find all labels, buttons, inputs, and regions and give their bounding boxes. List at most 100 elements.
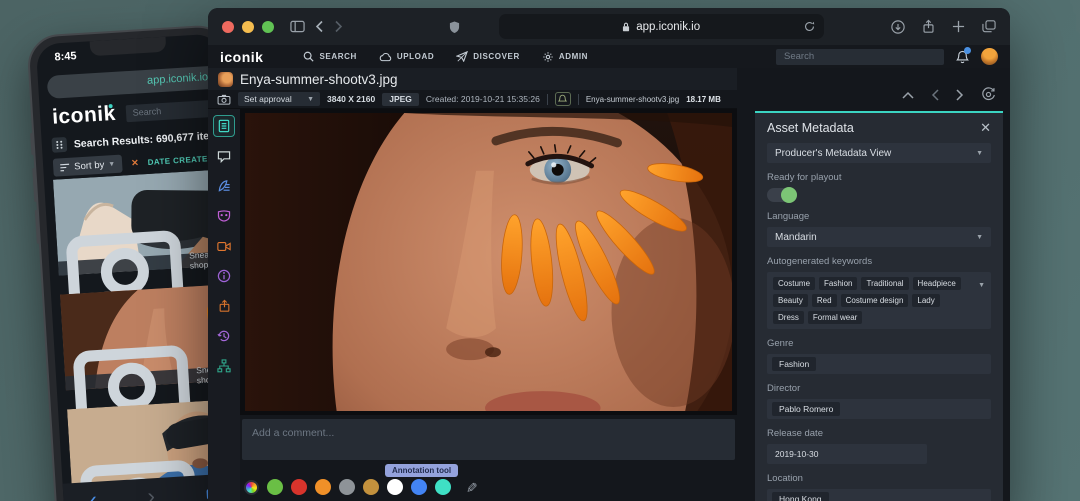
global-search-input[interactable] (776, 48, 944, 65)
phone-side-button (30, 132, 35, 156)
view-toggle-icon[interactable] (51, 136, 68, 153)
nav-search[interactable]: SEARCH (303, 51, 356, 62)
field-value: 2019-10-30 (775, 449, 819, 459)
video-icon[interactable] (213, 235, 235, 257)
history-icon[interactable] (213, 325, 235, 347)
chevron-right-icon[interactable] (956, 88, 964, 101)
phone-notch (89, 36, 167, 57)
tools-rail (208, 109, 240, 501)
color-swatch[interactable] (363, 479, 379, 495)
relations-icon[interactable] (213, 355, 235, 377)
camera-icon (217, 94, 231, 105)
field-label: Release date (767, 428, 823, 439)
url-text: app.iconik.io (636, 20, 701, 33)
chevron-up-icon[interactable] (902, 91, 914, 99)
phone-search-input[interactable] (125, 99, 219, 122)
back-icon[interactable] (315, 20, 324, 33)
user-avatar[interactable] (981, 48, 998, 65)
nav-admin[interactable]: ADMIN (542, 51, 588, 63)
ready-for-playout-toggle[interactable] (767, 187, 797, 203)
caret-down-icon: ▼ (976, 149, 983, 157)
asset-toolbar: Set approval ▼ 3840 X 2160 JPEG Created: … (208, 90, 737, 109)
gear-icon (543, 51, 553, 62)
director-field[interactable]: Pablo Romero (767, 399, 991, 419)
asset-metadata-panel: Asset Metadata ✕ Producer's Metadata Vie… (755, 111, 1003, 501)
keywords-field[interactable]: Costume Fashion Traditional Headpiece Beauty… (767, 272, 991, 329)
asset-image-viewer[interactable] (240, 109, 737, 415)
color-swatch[interactable] (267, 479, 283, 495)
color-swatch[interactable] (291, 479, 307, 495)
field-label: Autogenerated keywords (767, 256, 873, 267)
asset-resolution: 3840 X 2160 (327, 94, 376, 104)
asset-filesize: 18.17 MB (686, 94, 721, 104)
caret-down-icon[interactable]: ▼ (978, 282, 985, 289)
keyword-tag[interactable]: Headpiece (912, 277, 961, 290)
set-approval-select[interactable]: Set approval ▼ (238, 92, 320, 106)
subscribe-bell-button[interactable] (554, 92, 571, 106)
share-icon[interactable] (922, 19, 935, 34)
keyword-tag[interactable]: Dress (773, 311, 804, 324)
info-icon[interactable] (213, 265, 235, 287)
color-wheel-swatch[interactable] (244, 479, 259, 495)
privacy-shield-icon[interactable] (449, 20, 460, 34)
metadata-view-select[interactable]: Producer's Metadata View ▼ (767, 143, 991, 163)
release-date-field[interactable]: 2019-10-30 (767, 444, 927, 464)
zoom-window-button[interactable] (262, 20, 274, 33)
forward-icon[interactable]: › (147, 483, 156, 501)
keyword-tag[interactable]: Red (811, 294, 837, 307)
notifications-bell[interactable] (956, 46, 971, 64)
comments-icon[interactable] (213, 145, 235, 167)
tab-overview-icon[interactable] (982, 19, 996, 34)
reload-icon[interactable] (804, 21, 815, 32)
color-swatch[interactable] (315, 479, 331, 495)
comment-input[interactable] (242, 419, 735, 460)
downloads-icon[interactable] (891, 19, 905, 34)
asset-filename: Enya-summer-shootv3.jpg (585, 94, 680, 104)
caret-down-icon: ▼ (976, 233, 983, 241)
close-icon[interactable]: ✕ (980, 120, 991, 136)
forward-icon[interactable] (334, 20, 343, 33)
date-created-filter[interactable]: DATE CREATED (147, 153, 214, 166)
sort-icon (60, 163, 70, 171)
keyword-tag[interactable]: Beauty (773, 294, 808, 307)
asset-title: Enya-summer-shootv3.jpg (240, 71, 398, 87)
address-bar[interactable]: app.iconik.io (498, 14, 824, 39)
field-label: Ready for playout (767, 172, 842, 183)
keyword-tag[interactable]: Fashion (819, 277, 858, 290)
color-swatch[interactable] (387, 479, 403, 495)
transcription-icon[interactable] (213, 175, 235, 197)
processing-settings-icon[interactable] (981, 87, 996, 102)
keyword-tag[interactable]: Traditional (861, 277, 909, 290)
search-results-count: Search Results: 690,677 items (73, 128, 225, 150)
language-select[interactable]: Mandarin ▼ (767, 227, 991, 247)
minimize-window-button[interactable] (242, 20, 254, 33)
caret-down-icon: ▼ (307, 95, 314, 103)
chevron-left-icon[interactable] (931, 88, 939, 101)
remove-filter-icon[interactable]: ✕ (131, 157, 139, 168)
new-tab-icon[interactable] (952, 19, 965, 34)
metadata-icon[interactable] (213, 115, 235, 137)
nav-upload[interactable]: UPLOAD (379, 52, 434, 62)
nav-discover[interactable]: DISCOVER (456, 51, 520, 62)
keyword-tag[interactable]: Costume (773, 277, 816, 290)
sort-by-button[interactable]: Sort by ▼ (52, 154, 123, 177)
close-window-button[interactable] (222, 20, 234, 33)
keyword-tag[interactable]: Lady (912, 294, 940, 307)
back-icon[interactable]: ‹ (89, 487, 98, 501)
iconik-logo[interactable]: iconik (220, 49, 263, 65)
keyword-tag[interactable]: Costume design (840, 294, 909, 307)
pencil-icon[interactable]: ✎ (462, 481, 479, 493)
sidebar-icon[interactable] (290, 20, 305, 33)
color-swatch[interactable] (339, 479, 355, 495)
asset-photo (245, 113, 732, 411)
field-label: Language (767, 211, 810, 222)
field-value-chip: Fashion (772, 357, 817, 371)
share-icon[interactable] (213, 295, 235, 317)
location-field[interactable]: Hong Kong (767, 489, 991, 501)
field-value-chip: Pablo Romero (772, 402, 841, 416)
genre-field[interactable]: Fashion (767, 354, 991, 374)
color-swatch[interactable] (411, 479, 427, 495)
segments-icon[interactable] (213, 205, 235, 227)
keyword-tag[interactable]: Formal wear (807, 311, 863, 324)
color-swatch[interactable] (435, 479, 451, 495)
